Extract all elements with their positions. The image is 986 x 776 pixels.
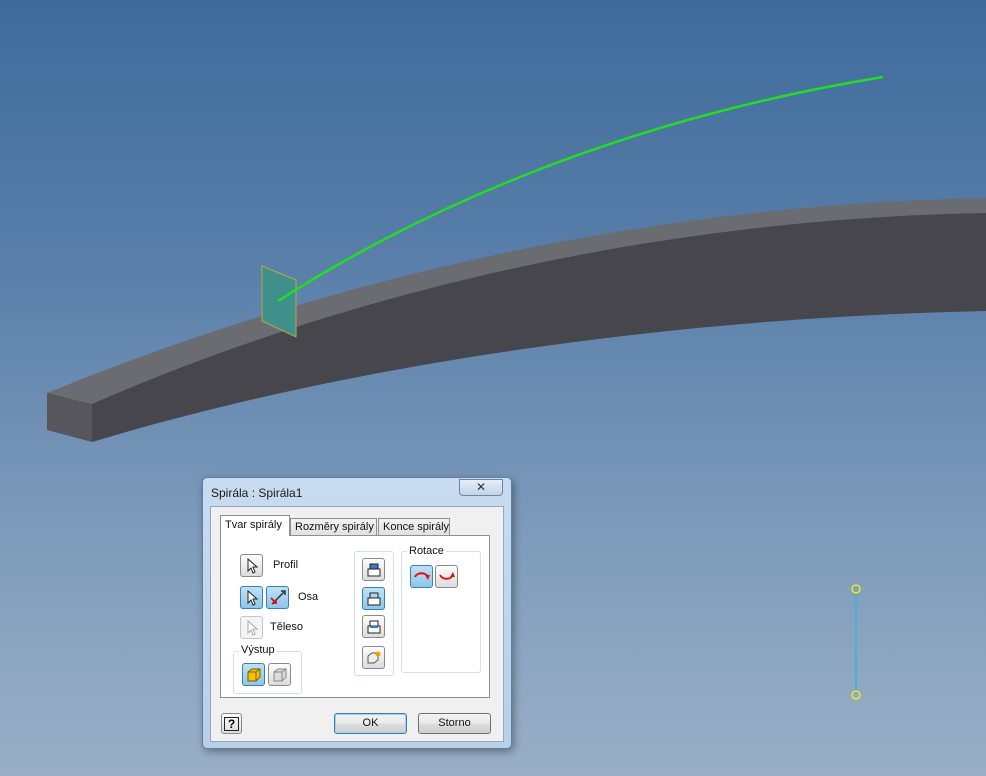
rotate-clockwise-button[interactable] — [410, 565, 433, 588]
tab-coil-ends[interactable]: Konce spirály — [378, 518, 450, 535]
dialog-titlebar[interactable]: Spirála : Spirála1 ✕ — [203, 478, 511, 506]
solid-select-button[interactable] — [240, 616, 263, 639]
select-arrow-icon — [247, 557, 258, 574]
new-solid-icon — [367, 651, 380, 663]
close-icon: ✕ — [475, 480, 487, 494]
surface-cube-icon — [273, 668, 286, 681]
select-arrow-icon — [247, 589, 258, 606]
cancel-label: Storno — [438, 717, 471, 729]
rotation-group-title: Rotace — [407, 545, 446, 557]
rotate-clockwise-icon — [413, 571, 430, 580]
coil-dialog: Spirála : Spirála1 ✕ Tvar spirály Rozměr… — [202, 477, 512, 749]
output-group-title: Výstup — [239, 644, 277, 656]
axis-label: Osa — [298, 591, 319, 603]
new-solid-button[interactable] — [362, 646, 385, 669]
tab-coil-shape[interactable]: Tvar spirály — [220, 515, 290, 536]
join-button[interactable] — [362, 558, 385, 581]
rotate-counterclockwise-button[interactable] — [435, 565, 458, 588]
intersect-icon — [367, 620, 380, 633]
axis-select-button[interactable] — [240, 586, 263, 609]
cut-button[interactable] — [362, 587, 385, 610]
flip-direction-icon — [269, 589, 286, 605]
help-button[interactable]: ? — [221, 713, 242, 734]
output-solid-button[interactable] — [242, 663, 265, 686]
solid-label: Těleso — [270, 621, 304, 633]
profile-select-button[interactable] — [240, 554, 263, 577]
ok-label: OK — [362, 717, 379, 729]
close-button[interactable]: ✕ — [459, 479, 503, 496]
rotate-counterclockwise-icon — [438, 571, 455, 580]
dialog-title: Spirála : Spirála1 — [211, 486, 303, 500]
solid-cube-icon — [247, 668, 260, 681]
tab-label: Konce spirály — [383, 521, 450, 533]
profile-label: Profil — [273, 559, 299, 571]
select-arrow-icon — [247, 619, 258, 636]
coil-shape-panel: Profil Osa Těleso Výstup Rotace — [220, 535, 490, 698]
output-surface-button[interactable] — [268, 663, 291, 686]
dialog-client: Tvar spirály Rozměry spirály Konce spirá… — [210, 506, 504, 742]
cut-icon — [367, 592, 380, 605]
tab-label: Rozměry spirály — [295, 521, 374, 533]
ok-button[interactable]: OK — [334, 713, 407, 734]
join-icon — [367, 563, 380, 576]
help-icon: ? — [223, 716, 240, 731]
intersect-button[interactable] — [362, 615, 385, 638]
cancel-button[interactable]: Storno — [418, 713, 491, 734]
axis-flip-button[interactable] — [266, 586, 289, 609]
tab-coil-size[interactable]: Rozměry spirály — [290, 518, 377, 535]
tab-label: Tvar spirály — [225, 519, 282, 531]
